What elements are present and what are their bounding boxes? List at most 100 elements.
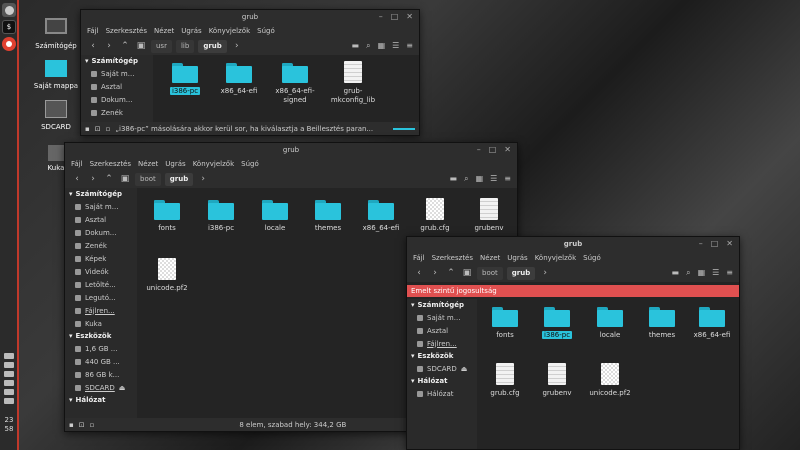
sidebar-item-network[interactable]: Hálózat <box>407 387 477 400</box>
close-icon[interactable]: ✕ <box>504 145 511 154</box>
breadcrumb-grub[interactable]: grub <box>164 172 194 186</box>
sidebar-section-network[interactable]: ▾ Hálózat <box>407 375 477 387</box>
forward-icon[interactable]: › <box>429 268 441 278</box>
file-item-locale[interactable]: locale <box>245 200 305 233</box>
icon-view-icon[interactable]: ▦ <box>378 41 386 51</box>
breadcrumb-grub[interactable]: grub <box>506 266 536 280</box>
maximize-icon[interactable]: □ <box>489 145 497 154</box>
sidebar-item-volume-3[interactable]: 86 GB k... <box>65 368 137 381</box>
menu-view[interactable]: Nézet <box>138 160 158 168</box>
file-item-grubenv[interactable]: grubenv <box>459 198 519 233</box>
file-item-x86_64-efi[interactable]: x86_64-efi <box>351 200 411 233</box>
volume-icon[interactable] <box>4 389 14 395</box>
file-item-x86_64-efi[interactable]: x86_64-efi <box>682 307 742 340</box>
breadcrumb-boot[interactable]: boot <box>477 266 503 280</box>
up-icon[interactable]: ⌃ <box>103 174 115 184</box>
file-item-fonts[interactable]: fonts <box>137 200 197 233</box>
eject-icon[interactable]: ⏏ <box>119 384 126 392</box>
edit-path-icon[interactable]: ▬ <box>450 174 458 184</box>
menu-go[interactable]: Ugrás <box>181 27 201 35</box>
sidebar-section-computer[interactable]: ▾ Számítógép <box>407 299 477 311</box>
sidebar-item-documents[interactable]: Dokum... <box>81 93 153 106</box>
menu-file[interactable]: Fájl <box>87 27 99 35</box>
sidebar-item-sdcard[interactable]: SDCARD ⏏ <box>407 362 477 375</box>
sidebar-item-sdcard[interactable]: SDCARD ⏏ <box>65 381 137 394</box>
menu-go[interactable]: Ugrás <box>165 160 185 168</box>
close-icon[interactable]: ✕ <box>406 12 413 21</box>
sidebar-item-videos[interactable]: Videók <box>65 265 137 278</box>
sidebar-section-computer[interactable]: ▾ Számítógép <box>81 55 153 67</box>
network-icon[interactable] <box>4 353 14 359</box>
file-item-locale[interactable]: locale <box>580 307 640 340</box>
sidebar-item-home[interactable]: Saját m... <box>407 311 477 324</box>
back-icon[interactable]: ‹ <box>413 268 425 278</box>
sidebar-item-filesystem[interactable]: Fájlren... <box>65 304 137 317</box>
menu-go[interactable]: Ugrás <box>507 254 527 262</box>
menu-help[interactable]: Súgó <box>241 160 259 168</box>
menu-view[interactable]: Nézet <box>154 27 174 35</box>
wifi-icon[interactable] <box>4 398 14 404</box>
sidebar-item-desktop[interactable]: Asztal <box>407 324 477 337</box>
file-item-i386-pc[interactable]: i386-pc <box>527 307 587 340</box>
breadcrumb-next-icon[interactable]: › <box>231 41 243 51</box>
up-icon[interactable]: ⌃ <box>445 268 457 278</box>
minimize-icon[interactable]: – <box>379 12 383 21</box>
sidebar-toggle-icon[interactable]: ▪ <box>69 421 74 429</box>
breadcrumb-next-icon[interactable]: › <box>539 268 551 278</box>
menu-view[interactable]: Nézet <box>480 254 500 262</box>
icon-view-icon[interactable]: ▦ <box>476 174 484 184</box>
shield-icon[interactable] <box>4 362 14 368</box>
file-item-x86_64-efi[interactable]: x86_64-efi <box>209 63 269 96</box>
file-item-grub-mkconfig_lib[interactable]: grub-mkconfig_lib <box>323 61 383 105</box>
file-item-i386-pc[interactable]: i386-pc <box>155 63 215 96</box>
back-icon[interactable]: ‹ <box>71 174 83 184</box>
menu-button[interactable] <box>2 3 16 17</box>
edit-path-icon[interactable]: ▬ <box>352 41 360 51</box>
sidebar-section-network[interactable]: ▾ Hálózat <box>65 394 137 406</box>
maximize-icon[interactable]: □ <box>391 12 399 21</box>
zoom-slider[interactable] <box>393 127 415 130</box>
menu-edit[interactable]: Szerkesztés <box>90 160 131 168</box>
toggle-location-icon[interactable]: ▣ <box>461 268 473 278</box>
back-icon[interactable]: ‹ <box>87 41 99 51</box>
sidebar-item-trash[interactable]: Kuka <box>65 317 137 330</box>
file-item-unicode-pf2[interactable]: unicode.pf2 <box>137 258 197 293</box>
file-item-i386-pc[interactable]: i386-pc <box>191 200 251 233</box>
file-item-themes[interactable]: themes <box>298 200 358 233</box>
menu-bookmarks[interactable]: Könyvjelzők <box>209 27 250 35</box>
compact-view-icon[interactable]: ≡ <box>406 41 413 51</box>
file-item-unicode-pf2[interactable]: unicode.pf2 <box>580 363 640 398</box>
terminal-launcher[interactable]: $ <box>2 20 16 34</box>
file-item-grubenv[interactable]: grubenv <box>527 363 587 398</box>
compact-view-icon[interactable]: ≡ <box>504 174 511 184</box>
file-item-grub-cfg[interactable]: grub.cfg <box>475 363 535 398</box>
usb-icon[interactable] <box>4 380 14 386</box>
file-item-grub-cfg[interactable]: grub.cfg <box>405 198 465 233</box>
sidebar-item-music[interactable]: Zenék <box>65 239 137 252</box>
menu-bookmarks[interactable]: Könyvjelzők <box>193 160 234 168</box>
desktop-icon-computer[interactable]: Számítógép <box>24 18 88 50</box>
menu-bookmarks[interactable]: Könyvjelzők <box>535 254 576 262</box>
tree-toggle-icon[interactable]: ⊡ <box>79 421 85 429</box>
edit-path-icon[interactable]: ▬ <box>672 268 680 278</box>
printer-icon[interactable] <box>4 371 14 377</box>
search-icon[interactable]: ⌕ <box>686 268 690 278</box>
sidebar-item-documents[interactable]: Dokum... <box>65 226 137 239</box>
sidebar-item-home[interactable]: Saját m... <box>65 200 137 213</box>
sidebar-toggle-icon[interactable]: ▪ <box>85 125 90 133</box>
desktop-icon-home[interactable]: Saját mappa <box>24 60 88 90</box>
menu-help[interactable]: Súgó <box>257 27 275 35</box>
list-view-icon[interactable]: ☰ <box>712 268 719 278</box>
sidebar-item-downloads[interactable]: Letölté... <box>65 278 137 291</box>
tree-toggle-icon[interactable]: ⊡ <box>95 125 101 133</box>
breadcrumb-usr[interactable]: usr <box>151 39 172 53</box>
hide-sidebar-icon[interactable]: ▫ <box>106 125 111 133</box>
forward-icon[interactable]: › <box>87 174 99 184</box>
menu-edit[interactable]: Szerkesztés <box>432 254 473 262</box>
menu-file[interactable]: Fájl <box>413 254 425 262</box>
minimize-icon[interactable]: – <box>699 239 703 248</box>
sidebar-item-desktop[interactable]: Asztal <box>65 213 137 226</box>
compact-view-icon[interactable]: ≡ <box>726 268 733 278</box>
toggle-location-icon[interactable]: ▣ <box>135 41 147 51</box>
hide-sidebar-icon[interactable]: ▫ <box>90 421 95 429</box>
